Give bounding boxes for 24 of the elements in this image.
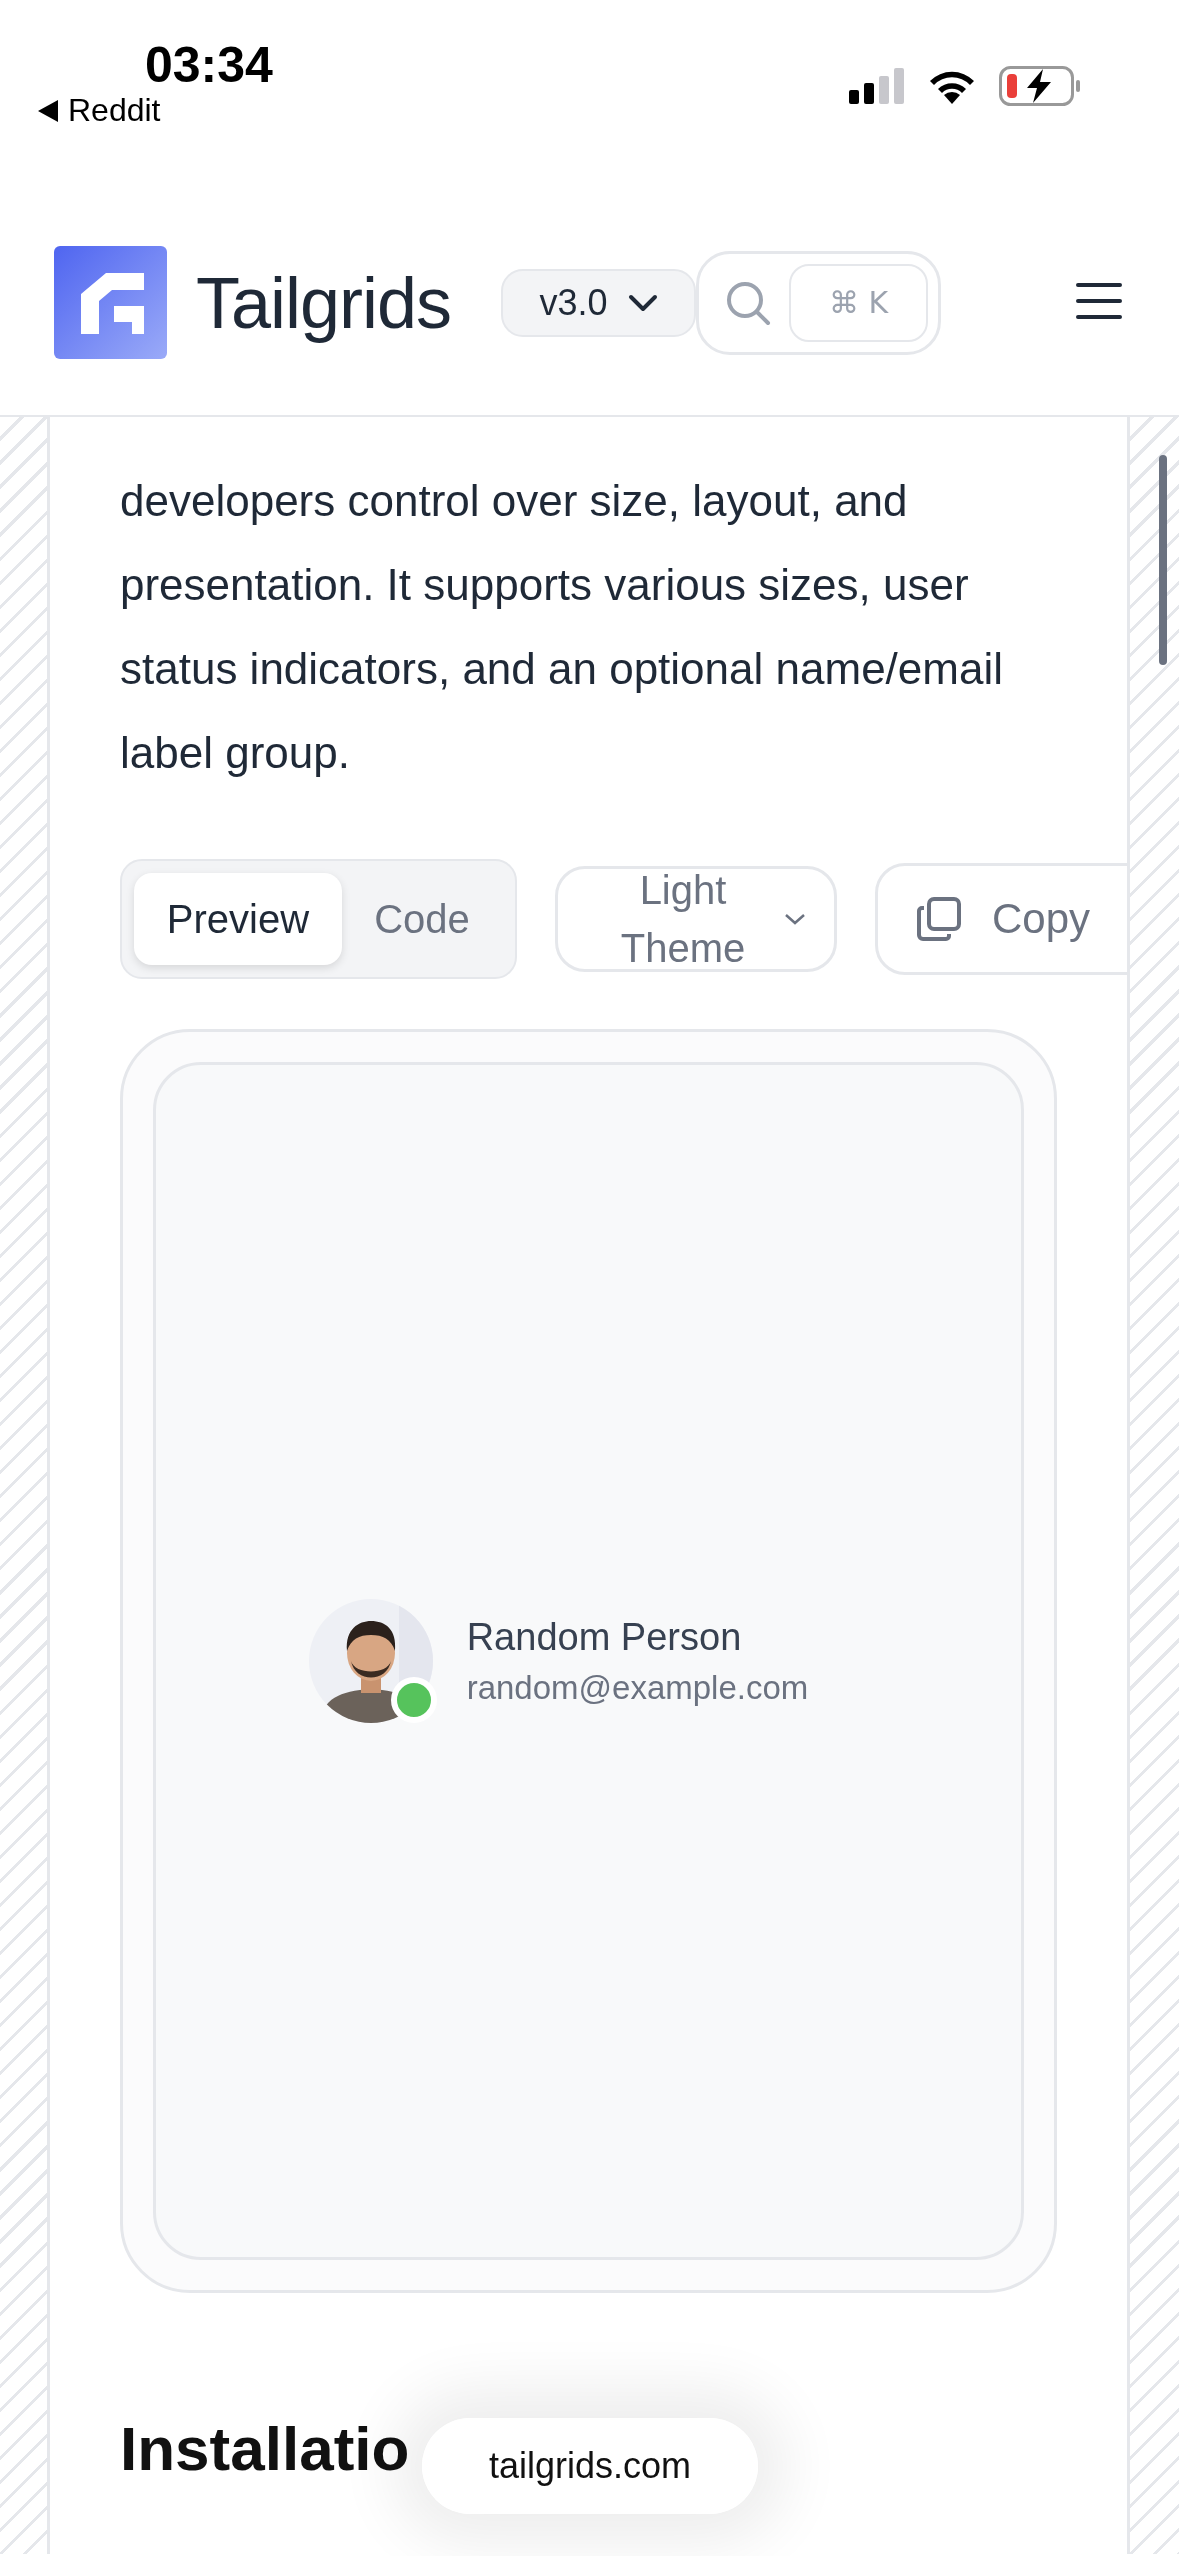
keyboard-shortcut: ⌘ K xyxy=(789,263,929,342)
back-arrow-icon[interactable] xyxy=(38,99,58,122)
version-dropdown[interactable]: v3.0 xyxy=(501,268,697,337)
back-app-link[interactable]: Reddit xyxy=(68,92,161,129)
scrollbar-thumb[interactable] xyxy=(1159,455,1167,665)
menu-icon[interactable] xyxy=(1076,280,1122,321)
copy-icon xyxy=(916,896,962,942)
logo-text[interactable]: Tailgrids xyxy=(196,261,452,344)
chevron-down-icon xyxy=(784,913,806,925)
user-name: Random Person xyxy=(466,1615,743,1659)
user-email: random@example.com xyxy=(466,1668,809,1707)
description-text: developers control over size, layout, and presentation. It supports various sizes, user status indicators, and an optional name/email label group. xyxy=(120,475,1004,779)
battery-charging-icon xyxy=(999,66,1081,106)
signal-icon xyxy=(849,68,905,104)
chevron-down-icon xyxy=(627,293,658,312)
view-tab[interactable]: Code xyxy=(342,873,502,965)
status-time: 03:34 xyxy=(145,36,273,94)
logo-icon[interactable] xyxy=(54,246,167,359)
copy-button[interactable]: Copy xyxy=(875,863,1127,975)
section-heading: Installatio xyxy=(120,2413,410,2484)
url-bar[interactable]: tailgrids.com xyxy=(422,2418,758,2514)
view-tab[interactable]: Preview xyxy=(134,873,342,965)
search-icon xyxy=(725,279,772,326)
theme-dropdown[interactable]: Light Theme xyxy=(555,866,837,972)
